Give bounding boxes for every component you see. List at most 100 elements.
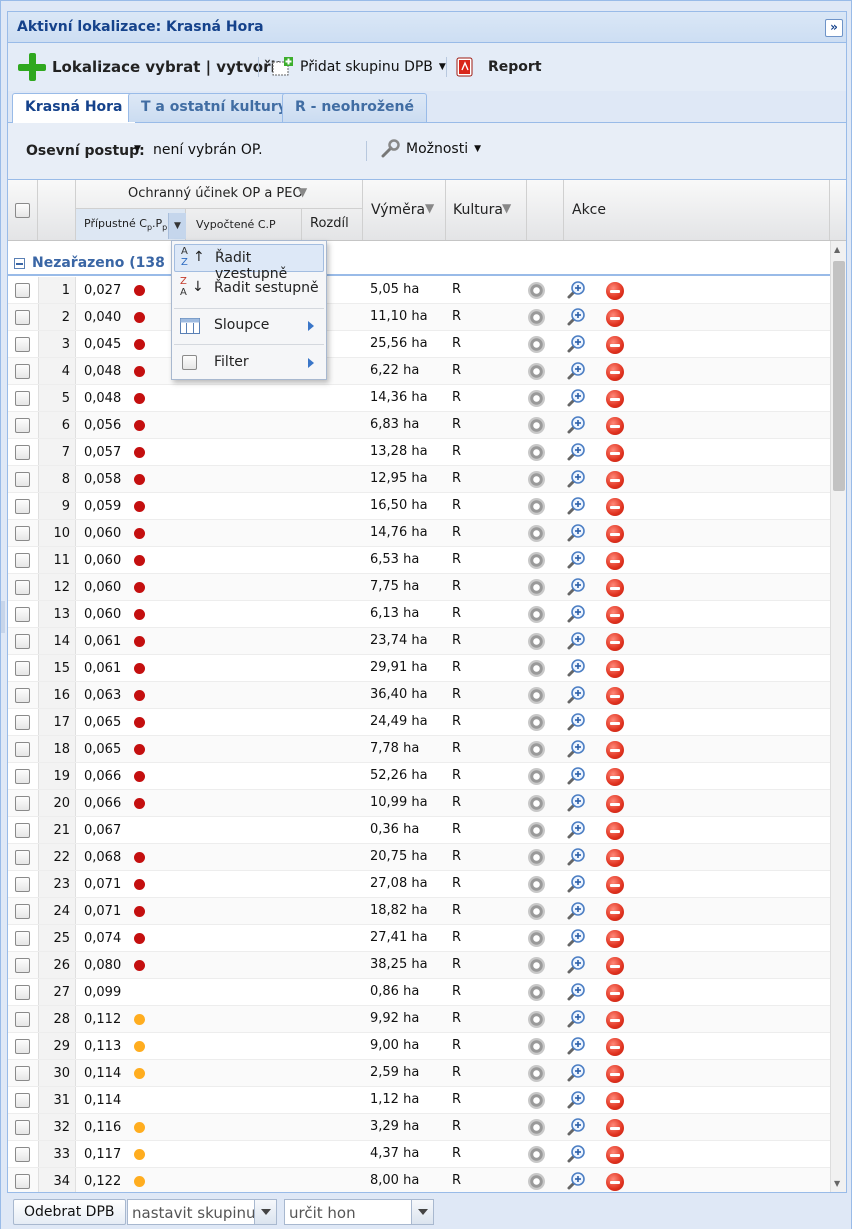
delete-icon[interactable] xyxy=(606,498,624,516)
table-row[interactable]: 24 0,071 18,82 ha R xyxy=(8,898,830,925)
zoom-in-icon[interactable] xyxy=(566,442,586,462)
vertical-scrollbar[interactable]: ▲ ▼ xyxy=(830,241,846,1192)
tab-r-neohrozene[interactable]: R - neohrožené xyxy=(282,93,428,122)
row-checkbox[interactable] xyxy=(15,337,30,352)
gear-icon[interactable] xyxy=(528,1011,545,1028)
zoom-in-icon[interactable] xyxy=(566,631,586,651)
gear-icon[interactable] xyxy=(528,309,545,326)
table-row[interactable]: 8 0,058 12,95 ha R xyxy=(8,466,830,493)
delete-icon[interactable] xyxy=(606,1065,624,1083)
delete-icon[interactable] xyxy=(606,957,624,975)
table-row[interactable]: 3 0,045 25,56 ha R xyxy=(8,331,830,358)
row-checkbox[interactable] xyxy=(15,472,30,487)
delete-icon[interactable] xyxy=(606,309,624,327)
gear-icon[interactable] xyxy=(528,957,545,974)
zoom-in-icon[interactable] xyxy=(566,658,586,678)
gear-icon[interactable] xyxy=(528,579,545,596)
gear-icon[interactable] xyxy=(528,606,545,623)
gear-icon[interactable] xyxy=(528,714,545,731)
zoom-in-icon[interactable] xyxy=(566,604,586,624)
gear-icon[interactable] xyxy=(528,552,545,569)
delete-icon[interactable] xyxy=(606,660,624,678)
delete-icon[interactable] xyxy=(606,849,624,867)
delete-icon[interactable] xyxy=(606,1011,624,1029)
zoom-in-icon[interactable] xyxy=(566,1117,586,1137)
gear-icon[interactable] xyxy=(528,660,545,677)
row-checkbox[interactable] xyxy=(15,526,30,541)
delete-icon[interactable] xyxy=(606,903,624,921)
zoom-in-icon[interactable] xyxy=(566,1090,586,1110)
delete-icon[interactable] xyxy=(606,984,624,1002)
row-checkbox[interactable] xyxy=(15,1174,30,1189)
row-checkbox[interactable] xyxy=(15,769,30,784)
delete-icon[interactable] xyxy=(606,714,624,732)
row-checkbox[interactable] xyxy=(15,985,30,1000)
zoom-in-icon[interactable] xyxy=(566,901,586,921)
zoom-in-icon[interactable] xyxy=(566,1036,586,1056)
gear-icon[interactable] xyxy=(528,1173,545,1190)
delete-icon[interactable] xyxy=(606,525,624,543)
table-row[interactable]: 9 0,059 16,50 ha R xyxy=(8,493,830,520)
zoom-in-icon[interactable] xyxy=(566,982,586,1002)
delete-icon[interactable] xyxy=(606,768,624,786)
delete-icon[interactable] xyxy=(606,363,624,381)
delete-icon[interactable] xyxy=(606,930,624,948)
table-row[interactable]: 7 0,057 13,28 ha R xyxy=(8,439,830,466)
zoom-in-icon[interactable] xyxy=(566,820,586,840)
row-checkbox[interactable] xyxy=(15,688,30,703)
row-checkbox[interactable] xyxy=(15,1039,30,1054)
row-checkbox[interactable] xyxy=(15,742,30,757)
crop-rotation-dropdown-icon[interactable]: ▼ xyxy=(134,144,141,154)
zoom-in-icon[interactable] xyxy=(566,388,586,408)
row-checkbox[interactable] xyxy=(15,499,30,514)
row-checkbox[interactable] xyxy=(15,958,30,973)
table-row[interactable]: 33 0,117 4,37 ha R xyxy=(8,1141,830,1168)
gear-icon[interactable] xyxy=(528,444,545,461)
scrollbar-thumb[interactable] xyxy=(833,261,845,491)
zoom-in-icon[interactable] xyxy=(566,766,586,786)
collapse-icon[interactable]: » xyxy=(825,19,843,37)
delete-icon[interactable] xyxy=(606,822,624,840)
menu-item-sort-asc[interactable]: AZ ↑ Řadit vzestupně xyxy=(174,244,324,282)
row-checkbox[interactable] xyxy=(15,634,30,649)
zoom-in-icon[interactable] xyxy=(566,928,586,948)
row-checkbox[interactable] xyxy=(15,283,30,298)
zoom-in-icon[interactable] xyxy=(566,712,586,732)
table-row[interactable]: 22 0,068 20,75 ha R xyxy=(8,844,830,871)
row-checkbox[interactable] xyxy=(15,877,30,892)
table-row[interactable]: 23 0,071 27,08 ha R xyxy=(8,871,830,898)
gear-icon[interactable] xyxy=(528,822,545,839)
delete-icon[interactable] xyxy=(606,1119,624,1137)
menu-item-columns[interactable]: Sloupce xyxy=(174,312,324,340)
zoom-in-icon[interactable] xyxy=(566,1063,586,1083)
row-checkbox[interactable] xyxy=(15,391,30,406)
tab-krasna-hora[interactable]: Krasná Hora xyxy=(12,93,136,123)
gear-icon[interactable] xyxy=(528,336,545,353)
gear-icon[interactable] xyxy=(528,903,545,920)
row-checkbox[interactable] xyxy=(15,931,30,946)
select-all-checkbox[interactable] xyxy=(15,203,30,218)
table-row[interactable]: 10 0,060 14,76 ha R xyxy=(8,520,830,547)
row-checkbox[interactable] xyxy=(15,823,30,838)
scroll-up-arrow[interactable]: ▲ xyxy=(834,245,840,254)
zoom-in-icon[interactable] xyxy=(566,1144,586,1164)
table-row[interactable]: 16 0,063 36,40 ha R xyxy=(8,682,830,709)
row-checkbox[interactable] xyxy=(15,364,30,379)
delete-icon[interactable] xyxy=(606,336,624,354)
gear-icon[interactable] xyxy=(528,471,545,488)
gear-icon[interactable] xyxy=(528,1065,545,1082)
table-row[interactable]: 17 0,065 24,49 ha R xyxy=(8,709,830,736)
options-button[interactable]: Možnosti ▼ xyxy=(380,139,481,159)
table-row[interactable]: 32 0,116 3,29 ha R xyxy=(8,1114,830,1141)
gear-icon[interactable] xyxy=(528,930,545,947)
row-checkbox[interactable] xyxy=(15,1120,30,1135)
gear-icon[interactable] xyxy=(528,1146,545,1163)
row-checkbox[interactable] xyxy=(15,418,30,433)
column-area[interactable]: Výměra ▼ xyxy=(363,180,446,240)
delete-icon[interactable] xyxy=(606,1092,624,1110)
add-group-button[interactable]: Přidat skupinu DPB ▼ xyxy=(272,57,446,77)
delete-icon[interactable] xyxy=(606,1146,624,1164)
row-checkbox[interactable] xyxy=(15,1147,30,1162)
scroll-down-arrow[interactable]: ▼ xyxy=(834,1179,840,1188)
gear-icon[interactable] xyxy=(528,525,545,542)
